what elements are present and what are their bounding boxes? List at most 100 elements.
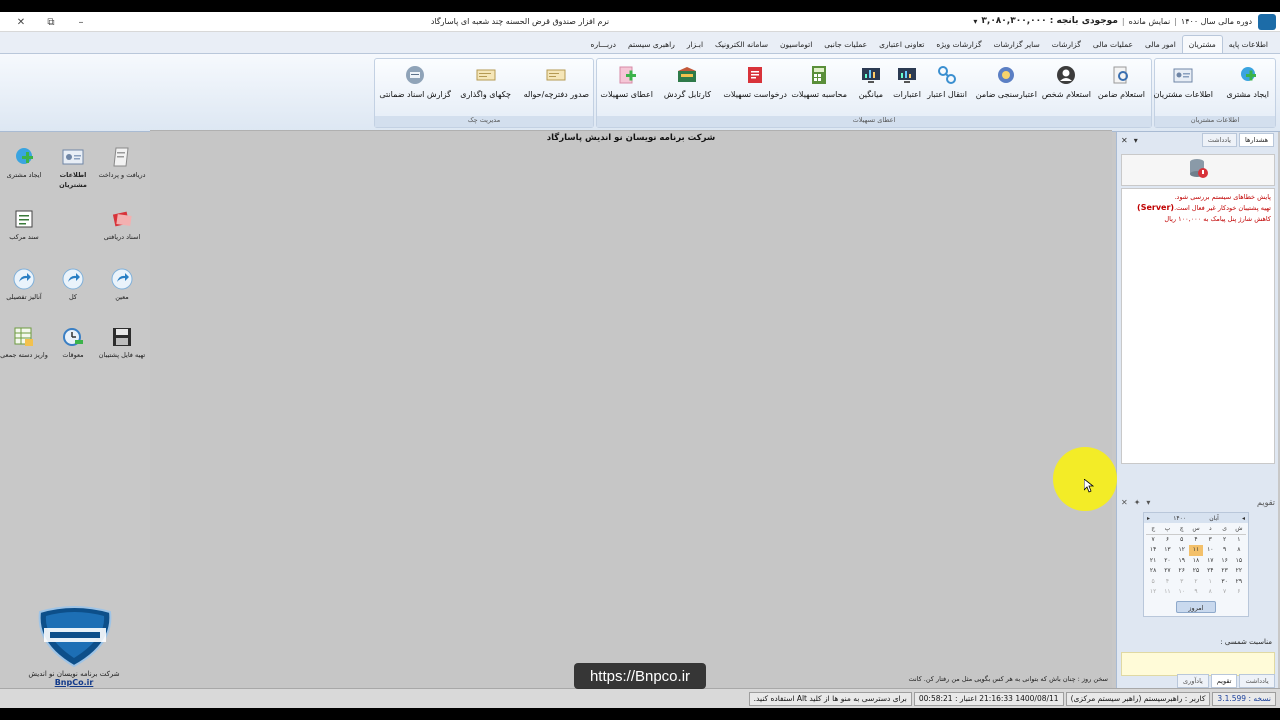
tab-reports[interactable]: گزارشات	[1046, 36, 1087, 53]
brand-site-link[interactable]: BnpCo.ir	[14, 678, 134, 687]
calendar-day[interactable]: ۱۹	[1175, 556, 1189, 567]
shortcut-composite-doc[interactable]: سند مرکب	[0, 208, 48, 243]
calendar-year[interactable]: ۱۴۰۰	[1173, 515, 1186, 522]
calendar-day[interactable]: ۸	[1203, 587, 1217, 598]
today-button[interactable]: امروز	[1176, 600, 1216, 613]
loan-calc-button[interactable]: محاسبه تسهیلات	[791, 65, 847, 99]
tab-system-admin[interactable]: راهبری سیستم	[622, 36, 681, 53]
tab-credit-coop[interactable]: تعاونی اعتباری	[873, 36, 930, 53]
tab-alerts[interactable]: هشدارها	[1239, 133, 1274, 147]
chevron-down-icon[interactable]: ▾	[1146, 498, 1150, 507]
calendar-day[interactable]: ۷	[1146, 535, 1160, 546]
tab-other-reports[interactable]: سایر گزارشات	[988, 36, 1046, 53]
grant-loan-button[interactable]: اعطای تسهیلات	[600, 65, 653, 99]
close-button[interactable]: ✕	[6, 15, 36, 29]
pin-icon[interactable]: ✦	[1134, 498, 1141, 507]
guarantor-inquiry-button[interactable]: استعلام ضامن	[1098, 65, 1145, 99]
calendar-day[interactable]: ۱۰	[1175, 587, 1189, 598]
calendar-day[interactable]: ۲۰	[1160, 556, 1174, 567]
tab-about[interactable]: دربـــاره	[585, 36, 622, 53]
calendar-day[interactable]: ۳۰	[1217, 577, 1231, 588]
calendar-day[interactable]: ۵	[1175, 535, 1189, 546]
tab-base-info[interactable]: اطلاعات پایه	[1223, 36, 1274, 53]
calendar-day[interactable]: ۹	[1189, 587, 1203, 598]
shortcut-tafsili[interactable]: آنالیز تفصیلی	[0, 268, 48, 303]
calendar-day[interactable]: ۲۷	[1160, 566, 1174, 577]
next-month-icon[interactable]: ◂	[1242, 515, 1245, 522]
calendar-day[interactable]: ۳	[1175, 577, 1189, 588]
minimize-button[interactable]: –	[66, 15, 96, 29]
tab-side-ops[interactable]: عملیات جانبی	[818, 36, 873, 53]
calendar-day[interactable]: ۱	[1203, 577, 1217, 588]
calendar-day[interactable]: ۲۱	[1146, 556, 1160, 567]
calendar-day[interactable]: ۱۷	[1203, 556, 1217, 567]
shortcut-kol[interactable]: کل	[49, 268, 97, 303]
restore-button[interactable]: ⧉	[36, 15, 66, 29]
calendar-day[interactable]: ۱۸	[1189, 556, 1203, 567]
calendar-day[interactable]: ۲۸	[1146, 566, 1160, 577]
tab-financial-affairs[interactable]: امور مالی	[1139, 36, 1182, 53]
calendar-day[interactable]: ۵	[1146, 577, 1160, 588]
calendar-day[interactable]: ۹	[1217, 545, 1231, 556]
calendar-day[interactable]: ۶	[1160, 535, 1174, 546]
calendar-day[interactable]: ۲۵	[1189, 566, 1203, 577]
average-button[interactable]: میانگین	[859, 65, 883, 99]
shortcut-bulk-deposit[interactable]: واریز دسته جمعی	[0, 326, 48, 361]
credit-transfer-button[interactable]: انتقال اعتبار	[927, 65, 967, 99]
prev-month-icon[interactable]: ▸	[1147, 515, 1150, 522]
tab-notes[interactable]: یادداشت	[1201, 133, 1237, 147]
calendar-day[interactable]: ۱۵	[1232, 556, 1246, 567]
assigned-cheques-button[interactable]: چکهای واگذاری	[460, 65, 511, 99]
issue-chequebook-button[interactable]: صدور دفترچه/حواله	[524, 65, 589, 99]
calendar-day[interactable]: ۱۰	[1203, 545, 1217, 556]
calendar-day[interactable]: ۱۴	[1146, 545, 1160, 556]
calendar-day[interactable]: ۲۴	[1203, 566, 1217, 577]
person-inquiry-button[interactable]: استعلام شخص	[1042, 65, 1091, 99]
calendar-day[interactable]: ۳	[1203, 535, 1217, 546]
shortcut-create-customer[interactable]: ایجاد مشتری	[0, 146, 48, 181]
workflow-cartable-button[interactable]: کارتابل گردش	[664, 65, 711, 99]
shortcut-backup[interactable]: تهیه فایل پشتیبان	[98, 326, 146, 361]
guarantee-docs-report-button[interactable]: گزارش اسناد ضمانتی	[379, 65, 451, 99]
tab-electronic-system[interactable]: سامانه الکترونیک	[709, 36, 774, 53]
calendar-day[interactable]: ۲	[1217, 535, 1231, 546]
calendar-day[interactable]: ۲۶	[1175, 566, 1189, 577]
calendar-day[interactable]: ۱۲	[1175, 545, 1189, 556]
calendar-day[interactable]: ۱۱	[1188, 545, 1204, 556]
calendar-day[interactable]: ۲۲	[1232, 566, 1246, 577]
calendar-day[interactable]: ۱۱	[1160, 587, 1174, 598]
calendar-day[interactable]: ۲۳	[1217, 566, 1231, 577]
calendar-day[interactable]: ۱۶	[1217, 556, 1231, 567]
customer-info-button[interactable]: اطلاعات مشتریان	[1154, 65, 1213, 99]
tab-bottom-calendar[interactable]: تقویم	[1210, 674, 1238, 688]
calendar-day[interactable]: ۲۹	[1232, 577, 1246, 588]
tab-special-reports[interactable]: گزارشات ویژه	[930, 36, 987, 53]
calendar-day[interactable]: ۸	[1232, 545, 1246, 556]
display-balance-toggle[interactable]: نمایش مانده	[1129, 17, 1171, 26]
calendar-day[interactable]: ۱	[1232, 535, 1246, 546]
tab-bottom-notes[interactable]: یادداشت	[1239, 674, 1275, 688]
guarantor-credit-button[interactable]: اعتبارسنجی ضامن	[976, 65, 1037, 99]
tab-financial-ops[interactable]: عملیات مالی	[1087, 36, 1139, 53]
shortcut-customer-info[interactable]: اطلاعات مشتریان	[49, 146, 97, 191]
tab-automation[interactable]: اتوماسیون	[774, 36, 818, 53]
balance-dropdown-icon[interactable]: ▾	[973, 17, 977, 26]
chevron-down-icon[interactable]: ▾	[1134, 136, 1138, 145]
tab-tools[interactable]: ابـزار	[681, 36, 709, 53]
shortcut-moein[interactable]: معین	[98, 268, 146, 303]
calendar-day[interactable]: ۴	[1189, 535, 1203, 546]
shortcut-received-docs[interactable]: اسناد دریافتی	[98, 208, 146, 243]
calendar-day[interactable]: ۴	[1160, 577, 1174, 588]
create-customer-button[interactable]: ایجاد مشتری	[1226, 65, 1269, 99]
close-icon[interactable]: ✕	[1121, 498, 1128, 507]
calendar-day[interactable]: ۱۳	[1160, 545, 1174, 556]
shortcut-receive-pay[interactable]: دریافت و پرداخت	[98, 146, 146, 181]
tab-bottom-reminder[interactable]: یادآوری	[1177, 674, 1209, 688]
close-icon[interactable]: ✕	[1121, 136, 1128, 145]
tab-customers[interactable]: مشتریان	[1181, 35, 1223, 53]
calendar-day[interactable]: ۶	[1232, 587, 1246, 598]
calendar-day[interactable]: ۷	[1217, 587, 1231, 598]
loan-request-button[interactable]: درخواست تسهیلات	[723, 65, 787, 99]
calendar-day[interactable]: ۲	[1189, 577, 1203, 588]
shortcut-pending[interactable]: معوقات	[49, 326, 97, 361]
